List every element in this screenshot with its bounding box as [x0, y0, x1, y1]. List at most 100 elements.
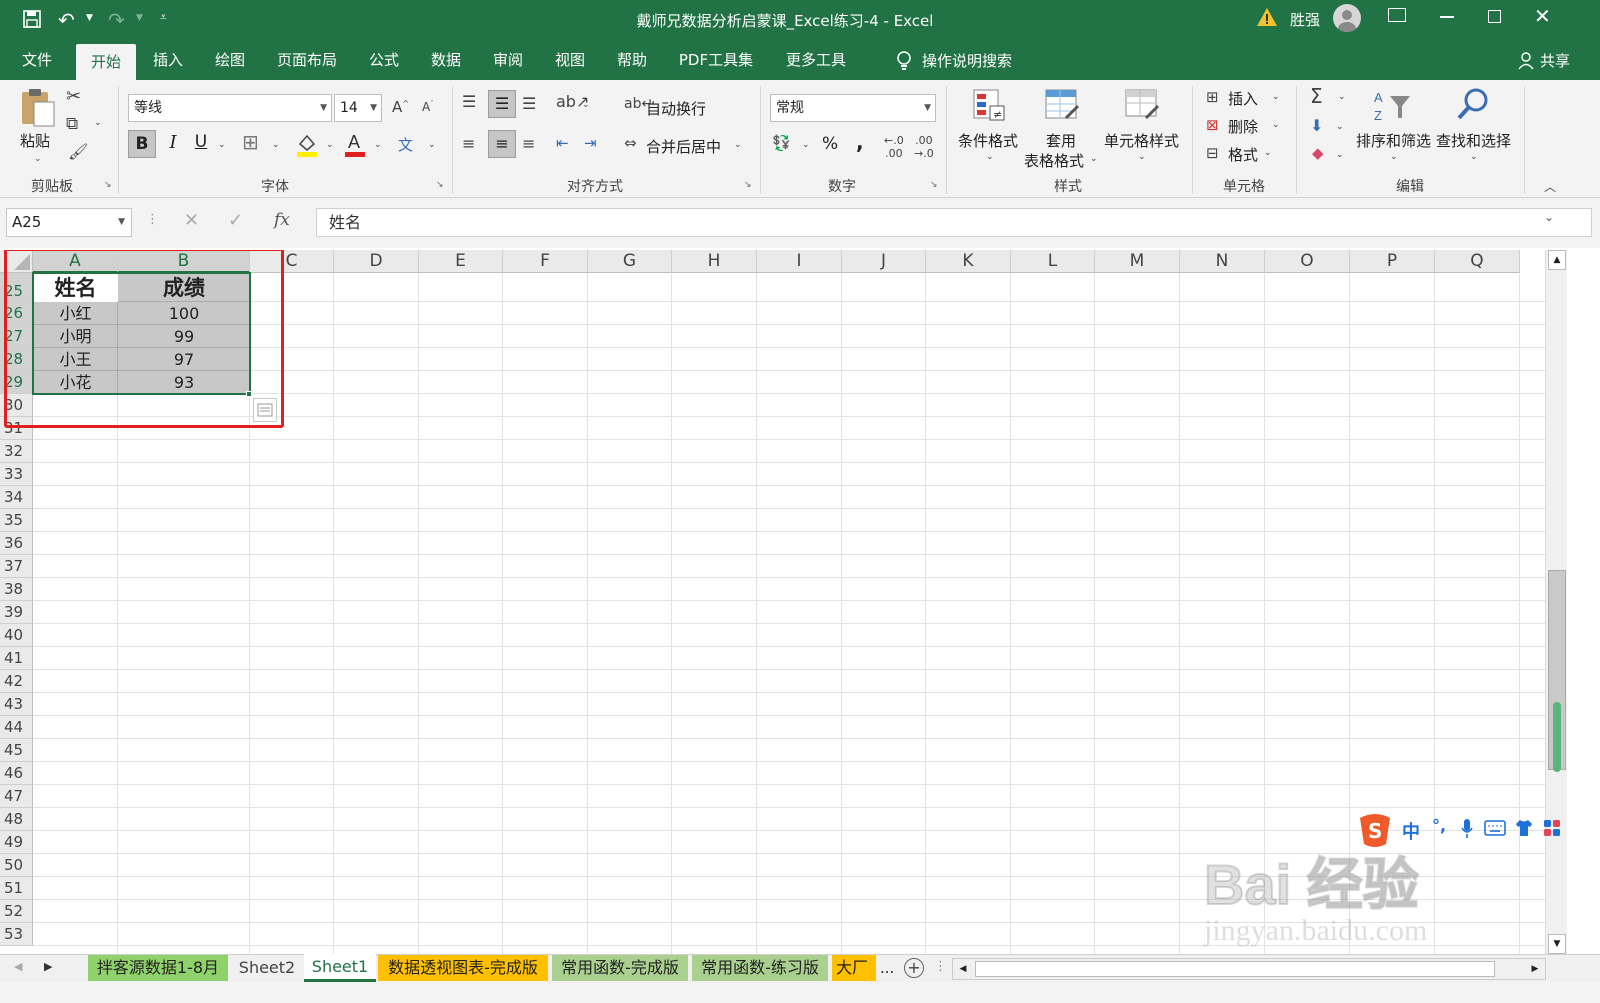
column-header-f[interactable]: F — [503, 250, 588, 273]
row-header-49[interactable]: 49 — [0, 831, 33, 854]
row-header-44[interactable]: 44 — [0, 716, 33, 739]
column-header-h[interactable]: H — [672, 250, 757, 273]
scroll-left-icon[interactable]: ◀ — [953, 959, 973, 979]
ribbon-display-icon[interactable] — [1388, 8, 1406, 22]
insert-function-icon[interactable]: fx — [274, 210, 290, 230]
tab-split-handle-icon[interactable]: ⋮ — [934, 959, 947, 974]
sheet-tab-sheet2[interactable]: Sheet2 — [232, 955, 302, 981]
fill-color-dropdown-icon[interactable]: ⌄ — [326, 140, 334, 150]
tab-more-tools[interactable]: 更多工具 — [776, 40, 856, 80]
wrap-text-button[interactable]: 自动换行 — [646, 98, 706, 119]
share-person-icon[interactable] — [1518, 52, 1534, 74]
sheet-tab-functions-done[interactable]: 常用函数-完成版 — [552, 955, 688, 981]
column-header-n[interactable]: N — [1180, 250, 1265, 273]
insert-cells-dropdown-icon[interactable]: ⌄ — [1272, 92, 1280, 102]
conditional-format-dropdown-icon[interactable]: ⌄ — [986, 152, 994, 162]
format-as-table-dropdown-icon[interactable]: ⌄ — [1090, 154, 1098, 164]
format-painter-icon[interactable]: 🖌 — [68, 142, 88, 161]
paste-dropdown-icon[interactable]: ⌄ — [34, 154, 42, 164]
tab-pdf-tools[interactable]: PDF工具集 — [670, 40, 762, 80]
autosum-dropdown-icon[interactable]: ⌄ — [1338, 92, 1346, 102]
row-header-35[interactable]: 35 — [0, 509, 33, 532]
merge-center-icon[interactable]: ⇔ — [624, 134, 637, 152]
sort-filter-button[interactable]: 排序和筛选 — [1356, 130, 1431, 151]
alignment-launcher-icon[interactable]: ↘ — [744, 180, 752, 190]
column-header-g[interactable]: G — [588, 250, 672, 273]
underline-dropdown-icon[interactable]: ⌄ — [218, 140, 226, 150]
vertical-scrollbar[interactable]: ▲ ▼ — [1545, 250, 1567, 954]
restore-icon[interactable] — [1488, 10, 1501, 23]
font-color-dropdown-icon[interactable]: ⌄ — [374, 140, 382, 150]
tab-review[interactable]: 审阅 — [484, 40, 532, 80]
column-header-q[interactable]: Q — [1435, 250, 1520, 273]
format-cells-icon[interactable]: ⊟ — [1206, 144, 1219, 162]
horizontal-scroll-thumb[interactable] — [975, 961, 1495, 977]
tab-insert[interactable]: 插入 — [144, 40, 192, 80]
ime-keyboard-icon[interactable] — [1484, 820, 1506, 840]
sort-filter-icon[interactable]: AZ — [1374, 88, 1414, 128]
merge-center-button[interactable]: 合并后居中 — [646, 136, 721, 157]
clear-icon[interactable]: ◆ — [1312, 144, 1324, 162]
row-header-37[interactable]: 37 — [0, 555, 33, 578]
minimize-icon[interactable] — [1440, 16, 1454, 18]
clear-dropdown-icon[interactable]: ⌄ — [1336, 150, 1344, 160]
format-cells-dropdown-icon[interactable]: ⌄ — [1264, 148, 1272, 158]
scroll-right-icon[interactable]: ▶ — [1525, 959, 1545, 979]
tab-data[interactable]: 数据 — [422, 40, 470, 80]
font-color-icon[interactable]: A — [344, 130, 366, 162]
user-name[interactable]: 胜强 — [1290, 9, 1320, 30]
row-header-46[interactable]: 46 — [0, 762, 33, 785]
sheet-tab-pivot-done[interactable]: 数据透视图表-完成版 — [378, 955, 548, 981]
align-left-icon[interactable]: ≡ — [462, 134, 475, 153]
undo-dropdown-icon[interactable]: ▼ — [86, 13, 93, 23]
row-header-45[interactable]: 45 — [0, 739, 33, 762]
format-as-table-icon[interactable] — [1044, 88, 1080, 126]
bold-button[interactable]: B — [128, 130, 156, 158]
find-select-button[interactable]: 查找和选择 — [1436, 130, 1511, 151]
decrease-font-icon[interactable]: Aˇ — [422, 100, 434, 114]
row-header-51[interactable]: 51 — [0, 877, 33, 900]
sheet-tab-functions-practice[interactable]: 常用函数-练习版 — [692, 955, 828, 981]
row-header-34[interactable]: 34 — [0, 486, 33, 509]
find-select-icon[interactable] — [1456, 86, 1492, 126]
formula-input[interactable]: 姓名 — [316, 208, 1592, 237]
formula-bar-handle-icon[interactable]: ⋮ — [146, 212, 159, 227]
delete-cells-dropdown-icon[interactable]: ⌄ — [1272, 120, 1280, 130]
font-size-combo[interactable]: 14 ▼ — [334, 94, 382, 122]
autosum-icon[interactable]: Σ — [1310, 84, 1323, 108]
column-header-l[interactable]: L — [1011, 250, 1095, 273]
cancel-entry-icon[interactable]: ✕ — [184, 210, 199, 231]
fill-color-icon[interactable] — [296, 132, 318, 162]
underline-button[interactable]: U — [190, 132, 212, 152]
cell-styles-button[interactable]: 单元格样式 — [1104, 130, 1179, 151]
ime-toolbox-icon[interactable] — [1542, 818, 1562, 842]
column-header-p[interactable]: P — [1350, 250, 1435, 273]
accounting-dropdown-icon[interactable]: ⌄ — [802, 140, 810, 150]
paste-icon[interactable] — [18, 86, 58, 132]
row-header-41[interactable]: 41 — [0, 647, 33, 670]
column-header-o[interactable]: O — [1265, 250, 1350, 273]
paste-button[interactable]: 粘贴 — [20, 130, 50, 151]
row-header-32[interactable]: 32 — [0, 440, 33, 463]
number-format-combo[interactable]: 常规 ▼ — [770, 94, 936, 122]
clipboard-launcher-icon[interactable]: ↘ — [104, 180, 112, 190]
fill-dropdown-icon[interactable]: ⌄ — [1336, 122, 1344, 132]
worksheet-grid[interactable]: ABCDEFGHIJKLMNOPQ 25 26 27 28 29 30 31 32 33 34 35… — [0, 250, 1600, 972]
row-header-42[interactable]: 42 — [0, 670, 33, 693]
increase-decimal-icon[interactable]: ←.0.00 — [884, 134, 904, 160]
border-icon[interactable]: ⊞ — [242, 130, 259, 154]
percent-button[interactable]: % — [822, 134, 838, 154]
sheet-tab-sheet1[interactable]: Sheet1 — [304, 954, 376, 982]
fill-icon[interactable]: ⬇ — [1310, 116, 1323, 135]
cut-icon[interactable]: ✂ — [66, 86, 81, 107]
italic-button[interactable]: I — [162, 132, 184, 153]
row-header-38[interactable]: 38 — [0, 578, 33, 601]
sort-filter-dropdown-icon[interactable]: ⌄ — [1390, 152, 1398, 162]
delete-cells-icon[interactable]: ⊠ — [1206, 116, 1219, 134]
cell-styles-dropdown-icon[interactable]: ⌄ — [1138, 152, 1146, 162]
copy-icon[interactable]: ⧉ — [66, 114, 78, 134]
font-name-combo[interactable]: 等线 ▼ — [128, 94, 332, 122]
close-icon[interactable]: ✕ — [1534, 4, 1551, 28]
merge-dropdown-icon[interactable]: ⌄ — [734, 140, 742, 150]
sheet-tab-source-data[interactable]: 拌客源数据1-8月 — [88, 955, 228, 981]
